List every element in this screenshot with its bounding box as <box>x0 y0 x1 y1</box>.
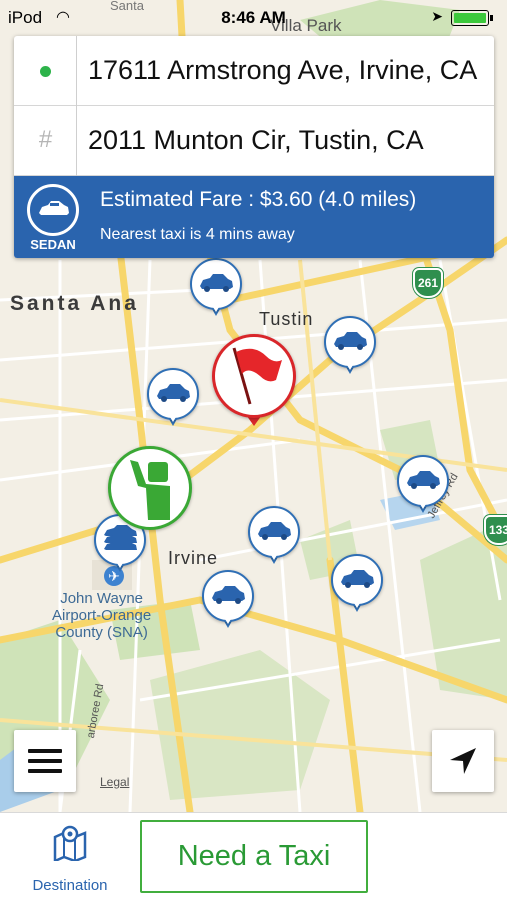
taxi-car-icon <box>341 570 374 588</box>
highway-shield-133: 133 <box>484 515 507 545</box>
menu-button[interactable] <box>14 730 76 792</box>
taxi-pin[interactable] <box>397 455 449 517</box>
map-label-irvine: Irvine <box>168 548 219 568</box>
taxi-car-icon <box>334 332 367 350</box>
battery-icon <box>451 10 495 26</box>
destination-address-field[interactable]: 2011 Munton Cir, Tustin, CA <box>88 125 488 156</box>
taxi-car-icon <box>212 586 245 604</box>
hailing-person-icon <box>130 460 170 520</box>
legal-link[interactable]: Legal <box>100 775 129 789</box>
pickup-address-field[interactable]: 17611 Armstrong Ave, Irvine, CA <box>88 55 488 86</box>
taxi-pin[interactable] <box>202 570 254 632</box>
map-label-santa-ana: Santa Ana <box>10 292 139 315</box>
taxi-car-icon <box>157 384 190 402</box>
taxi-pin[interactable] <box>147 368 199 430</box>
nearest-taxi-eta: Nearest taxi is 4 mins away <box>100 226 295 243</box>
taxi-pin[interactable] <box>190 258 242 320</box>
sedan-icon <box>27 184 79 236</box>
estimated-fare: Estimated Fare : $3.60 (4.0 miles) <box>100 188 417 211</box>
taxi-pin[interactable] <box>248 506 300 568</box>
taxi-pin[interactable] <box>331 554 383 616</box>
pickup-marker <box>14 36 77 106</box>
map-label-tustin: Tustin <box>259 309 314 329</box>
fare-panel[interactable]: SEDAN Estimated Fare : $3.60 (4.0 miles)… <box>14 176 494 258</box>
destination-flag-pin[interactable] <box>212 334 296 426</box>
vehicle-type-label: SEDAN <box>30 237 76 252</box>
destination-row[interactable]: # 2011 Munton Cir, Tustin, CA <box>14 106 494 176</box>
destination-button[interactable]: Destination <box>20 825 120 894</box>
flag-icon <box>232 347 282 405</box>
map-icon <box>53 825 87 861</box>
taxi-car-icon <box>407 471 440 489</box>
map-label-airport: John Wayne Airport-Orange County (SNA) <box>52 590 152 641</box>
bottom-bar: Destination Need a Taxi <box>0 812 507 900</box>
need-taxi-button[interactable]: Need a Taxi <box>140 820 368 893</box>
taxi-car-icon <box>200 274 233 292</box>
highway-shield-261: 261 <box>413 268 443 298</box>
trip-card: 17611 Armstrong Ave, Irvine, CA # 2011 M… <box>14 36 494 258</box>
status-bar: iPod ◠ 8:46 AM ➤ <box>0 0 507 34</box>
taxi-pin[interactable] <box>324 316 376 378</box>
destination-label: Destination <box>32 877 108 894</box>
destination-marker: # <box>14 106 77 176</box>
location-arrow-icon <box>450 748 476 774</box>
location-services-icon: ➤ <box>431 8 443 24</box>
taxi-cluster-icon <box>104 525 137 550</box>
taxi-car-icon <box>258 522 291 540</box>
pickup-user-pin[interactable] <box>108 446 192 530</box>
pickup-row[interactable]: 17611 Armstrong Ave, Irvine, CA <box>14 36 494 106</box>
locate-me-button[interactable] <box>432 730 494 792</box>
hash-icon: # <box>38 126 53 153</box>
pickup-dot-icon <box>40 66 51 77</box>
